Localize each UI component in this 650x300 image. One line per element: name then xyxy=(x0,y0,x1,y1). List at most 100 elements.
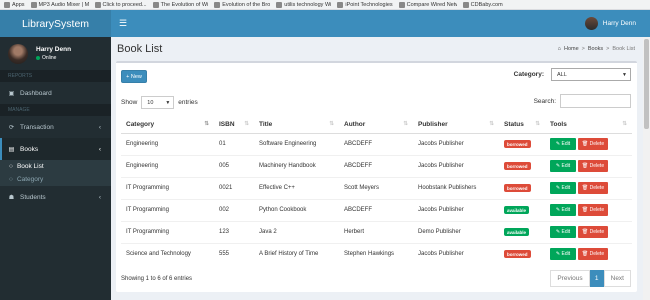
page-scrollbar[interactable] xyxy=(643,37,650,300)
cell-tools: ✎ Edit 🗑 Delete xyxy=(545,220,632,243)
sidebar-item-students[interactable]: ☗ Students ‹ xyxy=(0,186,111,208)
cell-author: Stephen Hawkings xyxy=(339,242,413,265)
edit-button[interactable]: ✎ Edit xyxy=(550,160,576,172)
edit-label: Edit xyxy=(561,229,571,235)
column-header-publisher[interactable]: Publisher ⇅ xyxy=(413,116,499,134)
new-book-button[interactable]: + New xyxy=(121,70,147,83)
delete-button[interactable]: 🗑 Delete xyxy=(578,182,608,194)
breadcrumb-books[interactable]: Books xyxy=(588,46,603,52)
sidebar-item-books[interactable]: ▤ Books ‹ xyxy=(0,138,111,160)
column-header-label: ISBN xyxy=(219,120,235,128)
bookmark-label: Compare Wired Netw xyxy=(406,1,457,8)
cell-title: Machinery Handbook xyxy=(254,154,339,177)
delete-button[interactable]: 🗑 Delete xyxy=(578,248,608,261)
previous-page-button[interactable]: Previous xyxy=(550,270,590,287)
column-header-label: Author xyxy=(344,120,366,128)
column-header-isbn[interactable]: ISBN ⇅ xyxy=(214,116,254,134)
sidebar-item-label: Students xyxy=(20,193,46,201)
cell-title: Software Engineering xyxy=(254,132,339,155)
sidebar-item-category[interactable]: ○ Category xyxy=(0,173,111,186)
edit-button[interactable]: ✎ Edit xyxy=(550,138,576,150)
favicon-icon xyxy=(30,1,37,8)
column-header-label: Title xyxy=(259,120,273,128)
cell-author: ABCDEFF xyxy=(339,154,413,177)
cell-status: borrowed xyxy=(499,242,545,265)
column-header-title[interactable]: Title ⇅ xyxy=(254,116,339,134)
edit-button[interactable]: ✎ Edit xyxy=(550,248,576,261)
avatar xyxy=(8,43,28,64)
scrollbar-thumb[interactable] xyxy=(644,39,649,129)
cell-tools: ✎ Edit 🗑 Delete xyxy=(545,154,632,177)
bookmark-label: Click to proceed... xyxy=(102,1,147,8)
sidebar-item-book-list[interactable]: ○ Book List xyxy=(0,160,111,173)
trash-icon: 🗑 xyxy=(581,207,589,213)
column-header-tools[interactable]: Tools ⇅ xyxy=(545,116,632,134)
breadcrumb-home[interactable]: Home xyxy=(564,46,579,52)
sort-icon: ⇅ xyxy=(244,120,249,127)
column-header-label: Status xyxy=(504,120,524,128)
search-input[interactable] xyxy=(560,94,631,108)
bookmark-item[interactable]: MP3 Audio Mixer | M xyxy=(30,1,89,8)
category-filter-value: ALL xyxy=(557,71,567,78)
delete-button[interactable]: 🗑 Delete xyxy=(578,160,608,172)
cell-publisher: Jacobs Publisher xyxy=(413,132,499,155)
cell-tools: ✎ Edit 🗑 Delete xyxy=(545,198,632,221)
cell-category: Engineering xyxy=(121,132,214,155)
cell-publisher: Hoobstank Publishers xyxy=(413,176,499,199)
column-header-status[interactable]: Status ⇅ xyxy=(499,116,545,134)
apps-shortcut[interactable]: Apps xyxy=(4,1,25,8)
entries-length-select[interactable]: 10 ▼ xyxy=(141,96,175,109)
breadcrumb-current: Book List xyxy=(612,46,635,52)
bookmark-item[interactable]: The Evolution of Wi xyxy=(152,1,208,8)
refresh-icon: ⟳ xyxy=(8,124,15,131)
sort-icon: ⇅ xyxy=(329,120,334,127)
bookmark-label: iPoint Technologies xyxy=(345,1,393,8)
edit-icon: ✎ xyxy=(555,207,561,213)
bookmark-item[interactable]: CDBaby.com xyxy=(462,1,503,8)
sidebar-user-name: Harry Denn xyxy=(36,46,72,53)
breadcrumb-separator: > xyxy=(581,46,585,52)
bookmark-item[interactable]: iPoint Technologies xyxy=(337,1,393,8)
delete-button[interactable]: 🗑 Delete xyxy=(578,204,608,216)
sidebar-item-transaction[interactable]: ⟳ Transaction ‹ xyxy=(0,116,111,138)
favicon-icon xyxy=(276,1,283,8)
cell-title: A Brief History of Time xyxy=(254,242,339,265)
edit-button[interactable]: ✎ Edit xyxy=(550,182,576,194)
edit-button[interactable]: ✎ Edit xyxy=(550,226,576,238)
status-badge: available xyxy=(504,206,530,214)
user-menu[interactable]: Harry Denn xyxy=(584,17,636,30)
column-header-author[interactable]: Author ⇅ xyxy=(339,116,413,134)
table-row: IT Programming 123 Java 2 Herbert Demo Publi… xyxy=(121,220,632,243)
status-badge: borrowed xyxy=(504,250,531,259)
table-row: IT Programming 002 Python Cookbook ABCDEFF J… xyxy=(121,198,632,221)
edit-button[interactable]: ✎ Edit xyxy=(550,204,576,216)
cell-tools: ✎ Edit 🗑 Delete xyxy=(545,242,632,265)
edit-label: Edit xyxy=(561,207,571,213)
page-1-button[interactable]: 1 xyxy=(589,270,604,287)
menu-toggle-icon[interactable]: ☰ xyxy=(113,18,133,29)
next-page-button[interactable]: Next xyxy=(603,270,631,287)
bookmark-item[interactable]: Click to proceed... xyxy=(94,1,147,8)
trash-icon: 🗑 xyxy=(581,141,589,147)
delete-button[interactable]: 🗑 Delete xyxy=(578,226,608,238)
bookmark-item[interactable]: utilis technology Wi xyxy=(276,1,331,8)
category-filter-select[interactable]: ALL ▼ xyxy=(551,68,631,81)
brand-title: LibrarySystem xyxy=(21,17,90,30)
sidebar-header-reports: REPORTS xyxy=(0,70,111,82)
favicon-icon xyxy=(398,1,405,8)
cell-publisher: Jacobs Publisher xyxy=(413,242,499,265)
brand-logo[interactable]: LibrarySystem xyxy=(0,10,111,37)
delete-button[interactable]: 🗑 Delete xyxy=(578,138,608,150)
sort-icon: ⇅ xyxy=(489,120,494,127)
search-label: Search: xyxy=(533,97,556,105)
bookmark-item[interactable]: Evolution of the Bro xyxy=(214,1,270,8)
cell-author: Herbert xyxy=(339,220,413,243)
cell-category: Science and Technology xyxy=(121,242,214,265)
bookmark-item[interactable]: Compare Wired Netw xyxy=(398,1,457,8)
column-header-category[interactable]: Category ⇅ xyxy=(121,116,214,134)
book-icon: ▤ xyxy=(8,146,15,153)
edit-label: Edit xyxy=(561,185,571,191)
user-panel: Harry Denn Online xyxy=(0,37,111,70)
cell-title: Java 2 xyxy=(254,220,339,243)
sidebar-item-dashboard[interactable]: ▣ Dashboard xyxy=(0,82,111,104)
